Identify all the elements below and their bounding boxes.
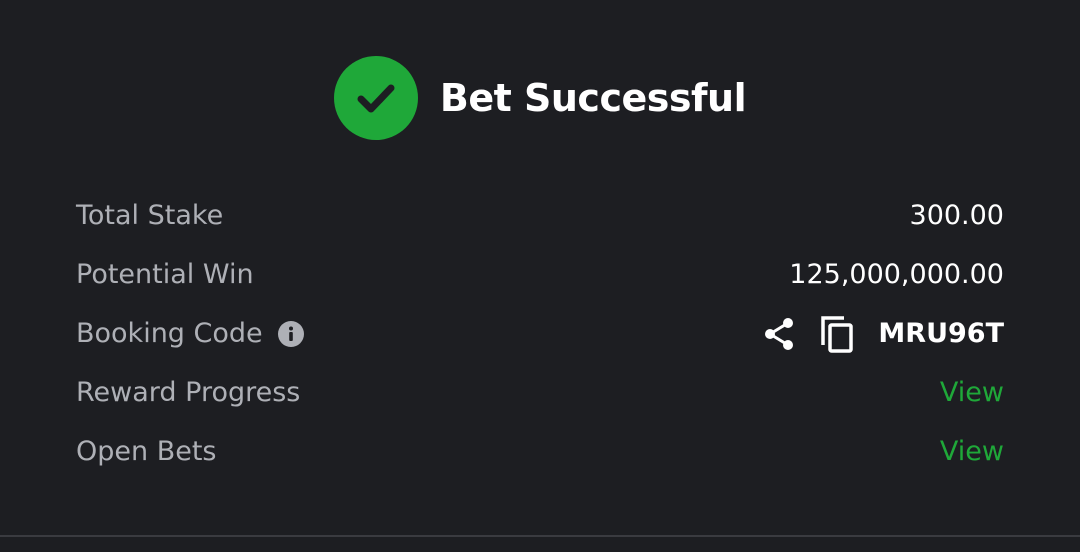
reward-progress-view-link[interactable]: View xyxy=(940,377,1004,408)
page-title: Bet Successful xyxy=(439,76,747,120)
booking-code-value: MRU96T xyxy=(878,318,1004,349)
info-icon[interactable] xyxy=(277,320,305,348)
bet-success-header: Bet Successful xyxy=(0,56,1080,140)
booking-code-row: Booking Code MRU96T xyxy=(76,304,1004,363)
reward-progress-label: Reward Progress xyxy=(76,377,301,408)
open-bets-label: Open Bets xyxy=(76,436,217,467)
booking-code-value-group: MRU96T xyxy=(762,315,1004,353)
share-icon[interactable] xyxy=(762,316,796,352)
potential-win-label: Potential Win xyxy=(76,259,254,290)
bet-details: Total Stake 300.00 Potential Win 125,000… xyxy=(76,186,1004,481)
booking-code-label: Booking Code xyxy=(76,318,263,349)
booking-code-label-group: Booking Code xyxy=(76,318,305,349)
open-bets-row: Open Bets View xyxy=(76,422,1004,481)
divider xyxy=(0,535,1080,537)
check-circle-icon xyxy=(333,56,418,140)
total-stake-label: Total Stake xyxy=(76,200,224,231)
reward-progress-row: Reward Progress View xyxy=(76,363,1004,422)
copy-icon[interactable] xyxy=(820,315,854,353)
open-bets-view-link[interactable]: View xyxy=(940,436,1004,467)
potential-win-value: 125,000,000.00 xyxy=(789,259,1004,290)
total-stake-value: 300.00 xyxy=(909,200,1004,231)
potential-win-row: Potential Win 125,000,000.00 xyxy=(76,245,1004,304)
total-stake-row: Total Stake 300.00 xyxy=(76,186,1004,245)
